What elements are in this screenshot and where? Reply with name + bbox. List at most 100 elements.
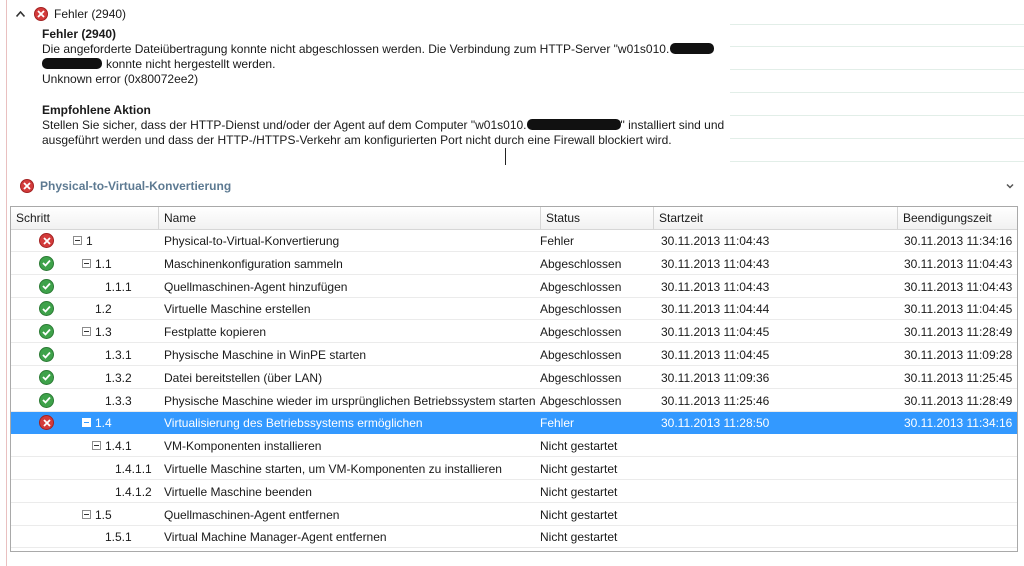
redaction-mark (42, 58, 102, 69)
tree-collapse-icon[interactable] (92, 441, 101, 451)
error-message-line-1: Die angeforderte Dateiübertragung konnte… (42, 42, 742, 57)
error-icon (34, 7, 48, 21)
redaction-mark (670, 43, 715, 54)
success-check-icon (39, 347, 55, 363)
table-row[interactable]: 1.1 Maschinenkonfiguration sammeln Abgesch… (11, 253, 1017, 275)
step-number: 1.4.1.1 (115, 462, 152, 476)
step-start-time: 30.11.2013 11:04:43 (661, 256, 770, 271)
table-row[interactable]: 1.3.1 Physische Maschine in WinPE starten… (11, 344, 1017, 366)
step-end-time: 30.11.2013 11:34:16 (904, 416, 1013, 431)
step-status: Abgeschlossen (540, 393, 622, 408)
table-row[interactable]: 1.4.1.1 Virtuelle Maschine starten, um VM… (11, 458, 1017, 480)
step-name: Datei bereitstellen (über LAN) (164, 370, 323, 385)
table-row[interactable]: 1.5.1 Virtual Machine Manager-Agent entfe… (11, 526, 1017, 549)
step-name: Virtuelle Maschine erstellen (164, 302, 311, 317)
step-start-time: 30.11.2013 11:04:43 (661, 279, 770, 294)
step-number: 1 (86, 234, 93, 248)
tree-collapse-icon[interactable] (82, 258, 91, 268)
action-text: Stellen Sie sicher, dass der HTTP-Dienst… (42, 118, 527, 132)
step-name: Virtualisierung des Betriebssystems ermö… (164, 416, 423, 431)
chevron-down-icon[interactable] (1004, 180, 1016, 192)
table-row[interactable]: 1.3.2 Datei bereitstellen (über LAN) Abges… (11, 367, 1017, 389)
step-status: Fehler (540, 416, 575, 431)
error-icon (20, 179, 34, 193)
step-status: Abgeschlossen (540, 348, 622, 362)
step-status: Abgeschlossen (540, 256, 622, 271)
step-number: 1.3.1 (105, 348, 132, 362)
table-row[interactable]: 1.3.3 Physische Maschine wieder im ursprü… (11, 390, 1017, 412)
text-cursor (505, 148, 506, 165)
step-start-time: 30.11.2013 11:04:45 (661, 325, 770, 340)
recommended-action-line-2: ausgeführt werden und dass der HTTP-/HTT… (42, 133, 672, 147)
table-row[interactable]: 1.1.1 Quellmaschinen-Agent hinzufügen Abge… (11, 276, 1017, 298)
section-title: Physical-to-Virtual-Konvertierung (40, 179, 232, 193)
step-name: Festplatte kopieren (164, 325, 267, 340)
success-check-icon (39, 255, 55, 272)
step-end-time: 30.11.2013 11:09:28 (904, 348, 1013, 362)
tree-collapse-icon[interactable] (73, 236, 82, 245)
step-name: Virtuelle Maschine starten, um VM-Kompon… (164, 462, 502, 476)
step-status: Fehler (540, 234, 575, 248)
step-name: Physical-to-Virtual-Konvertierung (164, 234, 340, 248)
step-number: 1.1.1 (105, 279, 132, 294)
column-header-start-time[interactable]: Startzeit (654, 207, 898, 229)
collapse-up-icon[interactable] (14, 8, 26, 20)
error-icon (39, 415, 55, 431)
success-check-icon (39, 324, 55, 340)
table-row[interactable]: 1.5 Quellmaschinen-Agent entfernen Nicht g… (11, 504, 1017, 526)
step-status: Nicht gestartet (540, 439, 618, 454)
step-status: Abgeschlossen (540, 370, 622, 385)
column-header-status[interactable]: Status (541, 207, 654, 229)
error-header-label: Fehler (2940) (54, 7, 127, 21)
success-check-icon (39, 278, 55, 295)
step-number: 1.5 (95, 507, 112, 522)
section-header[interactable]: Physical-to-Virtual-Konvertierung (14, 178, 1016, 194)
step-number: 1.3.3 (105, 393, 132, 408)
step-start-time: 30.11.2013 11:09:36 (661, 370, 770, 385)
grid-header-row: Schritt Name Status Startzeit Beendigung… (11, 207, 1017, 230)
tree-collapse-icon[interactable] (82, 418, 91, 428)
step-end-time: 30.11.2013 11:04:43 (904, 256, 1013, 271)
table-row[interactable]: 1.4.1 VM-Komponenten installieren Nicht ge… (11, 435, 1017, 458)
action-text: " installiert sind und (620, 118, 725, 132)
step-name: Quellmaschinen-Agent hinzufügen (164, 279, 348, 294)
success-check-icon (39, 392, 55, 409)
step-status: Nicht gestartet (540, 507, 618, 522)
step-name: Physische Maschine wieder im ursprünglic… (164, 393, 536, 408)
step-status: Abgeschlossen (540, 279, 622, 294)
steps-grid[interactable]: Schritt Name Status Startzeit Beendigung… (10, 206, 1018, 552)
tree-collapse-icon[interactable] (82, 509, 91, 519)
step-status: Nicht gestartet (540, 462, 618, 476)
tree-collapse-icon[interactable] (82, 327, 91, 337)
table-row[interactable]: 1.3 Festplatte kopieren Abgeschlossen 30.11… (11, 321, 1017, 344)
table-row[interactable]: 1.4 Virtualisierung des Betriebssystems e… (11, 412, 1017, 435)
table-row[interactable]: 1.2 Virtuelle Maschine erstellen Abgeschlo… (11, 298, 1017, 321)
column-header-end-time[interactable]: Beendigungszeit (898, 207, 1017, 229)
left-border-line (6, 0, 7, 566)
step-status: Abgeschlossen (540, 302, 622, 317)
column-header-step[interactable]: Schritt (11, 207, 159, 229)
step-end-time: 30.11.2013 11:04:43 (904, 279, 1013, 294)
step-number: 1.1 (95, 256, 112, 271)
success-check-icon (39, 301, 55, 317)
error-message-line-2: konnte nicht hergestellt werden. (42, 57, 742, 72)
table-row[interactable]: 1 Physical-to-Virtual-Konvertierung Fehler… (11, 230, 1017, 252)
error-icon (39, 233, 55, 249)
step-end-time: 30.11.2013 11:28:49 (904, 393, 1013, 408)
step-status: Nicht gestartet (540, 530, 618, 545)
error-details-body: Fehler (2940) Die angeforderte Dateiüber… (42, 27, 742, 148)
column-header-name[interactable]: Name (159, 207, 541, 229)
step-start-time: 30.11.2013 11:04:44 (661, 302, 770, 317)
step-name: Physische Maschine in WinPE starten (164, 348, 367, 362)
table-row[interactable]: 1.4.1.2 Virtuelle Maschine beenden Nicht g… (11, 481, 1017, 503)
step-number: 1.4 (95, 416, 112, 431)
recommended-action-line-1: Stellen Sie sicher, dass der HTTP-Dienst… (42, 118, 742, 133)
step-number: 1.3.2 (105, 370, 132, 385)
error-title: Fehler (2940) (42, 27, 117, 41)
background-grid-lines (730, 0, 1024, 175)
step-status: Nicht gestartet (540, 484, 618, 499)
step-status: Abgeschlossen (540, 325, 622, 340)
error-details-header[interactable]: Fehler (2940) (14, 6, 126, 22)
step-name: Virtual Machine Manager-Agent entfernen (164, 530, 387, 545)
step-start-time: 30.11.2013 11:25:46 (661, 393, 770, 408)
